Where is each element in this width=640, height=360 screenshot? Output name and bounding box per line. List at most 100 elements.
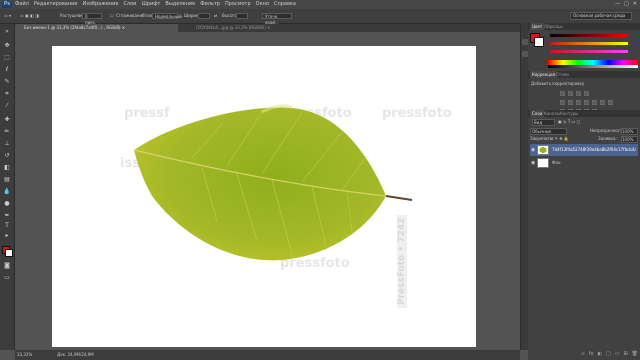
zoom-level[interactable]: 33,33% — [17, 350, 32, 360]
height-input[interactable] — [236, 13, 248, 19]
green-slider[interactable] — [550, 42, 628, 45]
style-select[interactable]: Нормальный — [152, 13, 182, 19]
bw-icon[interactable] — [584, 100, 589, 105]
adjust-title: Добавить корректировку — [531, 81, 585, 86]
levels-icon[interactable] — [568, 91, 573, 96]
feather-input[interactable]: 0 пикс. — [82, 13, 102, 25]
window-controls: — □ ✕ — [615, 1, 637, 8]
photo-filter-icon[interactable] — [592, 100, 597, 105]
opacity-input[interactable]: 100% — [621, 128, 638, 135]
menu-item[interactable]: Выделение — [165, 0, 195, 9]
menu-bar: Ps Файл Редактирование Изображение Слои Шриф… — [0, 0, 640, 9]
blue-slider[interactable] — [550, 50, 628, 53]
new-layer-icon[interactable]: ⊞ — [623, 351, 627, 357]
antialias-label: Сглаживание — [116, 13, 145, 18]
kind-filter-select[interactable]: Вид — [532, 119, 555, 126]
path-select-tool-icon[interactable]: ▸ — [3, 232, 11, 239]
tab-styles[interactable]: Стили — [554, 71, 571, 78]
screen-mode-icon[interactable]: ▭ — [3, 274, 11, 281]
eraser-tool-icon[interactable]: ◧ — [3, 164, 11, 171]
pen-tool-icon[interactable]: ✒ — [3, 212, 11, 219]
group-icon[interactable]: ▭ — [615, 351, 620, 357]
menu-item[interactable]: Справка — [274, 0, 296, 9]
menu-item[interactable]: Изображение — [82, 0, 118, 9]
vibrance-icon[interactable] — [560, 100, 565, 105]
layer-thumbnail — [537, 145, 549, 155]
quick-mask-icon[interactable]: ◙ — [3, 262, 11, 269]
layer-thumbnail — [537, 158, 549, 168]
adjustment-layer-icon[interactable]: □ — [606, 351, 611, 357]
marquee-tool-icon[interactable]: ⬚ — [3, 54, 11, 61]
blur-tool-icon[interactable]: 💧 — [3, 188, 11, 195]
tab-active-document[interactable]: Без имени-1 @ 33,3% (2f4a8c7a4f0...) , R… — [20, 24, 178, 32]
adjust-panel-tabs: Коррекция Стили — [528, 71, 640, 78]
visibility-eye-icon[interactable]: ◉ — [531, 148, 535, 153]
exposure-icon[interactable] — [584, 91, 589, 96]
layer-row[interactable]: ◉ Фон — [530, 157, 638, 169]
visibility-eye-icon[interactable]: ◉ — [531, 161, 535, 166]
grayscale-ramp[interactable] — [548, 65, 638, 68]
link-layers-icon[interactable]: ∞ — [581, 351, 585, 357]
menu-item[interactable]: Просмотр — [225, 0, 251, 9]
menu-item[interactable]: Файл — [15, 0, 29, 9]
type-tool-icon[interactable]: T — [3, 222, 11, 229]
color-panel-tabs: Цвет Образцы — [528, 23, 640, 30]
red-slider[interactable] — [550, 34, 628, 37]
brush-tool-icon[interactable]: ✏ — [3, 128, 11, 135]
color-balance-icon[interactable] — [576, 100, 581, 105]
channel-mixer-icon[interactable] — [600, 100, 605, 105]
move-tool-icon[interactable]: ✥ — [3, 42, 11, 49]
clone-stamp-tool-icon[interactable]: ⊥ — [3, 140, 11, 147]
menu-item[interactable]: Редактирование — [34, 0, 78, 9]
menu-item[interactable]: Окно — [256, 0, 269, 9]
dodge-tool-icon[interactable]: ● — [3, 200, 11, 207]
tab-paths[interactable]: Контуры — [558, 110, 580, 117]
eyedropper-tool-icon[interactable]: ⁄ — [3, 102, 11, 109]
hue-sat-icon[interactable] — [568, 100, 573, 105]
lasso-tool-icon[interactable]: ℓ — [3, 66, 11, 73]
lookup-icon[interactable] — [608, 100, 613, 105]
healing-tool-icon[interactable]: ✚ — [3, 116, 11, 123]
minimize-button[interactable]: — — [615, 1, 620, 8]
menu-item[interactable]: Шрифт — [141, 0, 160, 9]
document-canvas[interactable]: pressf pressfoto pressfoto issfoto press… — [52, 46, 476, 347]
maximize-button[interactable]: □ — [624, 1, 629, 8]
marquee-tool-preset-icon[interactable]: ▭ ▾ — [4, 9, 11, 23]
curves-icon[interactable] — [576, 91, 581, 96]
tab-inactive-document[interactable]: (2f2f4d1b5...jpg @ 33,3% (RGB/8)) ✕ — [192, 24, 320, 32]
lock-icons[interactable]: ⊡ ✎ ✥ 🔒 — [550, 136, 569, 141]
selection-mode-icons[interactable]: ▭ ▣ ◧ ◨ — [20, 9, 39, 23]
layers-panel-tabs: Слои Каналы Контуры — [528, 110, 640, 117]
background-color-swatch[interactable] — [5, 249, 13, 257]
blend-mode-select[interactable]: Обычные — [530, 128, 567, 135]
menu-items: Файл Редактирование Изображение Слои Шрифт Вы… — [15, 0, 296, 9]
layer-name[interactable]: 7d4f13f4a52748f39a4ba8b2f04c17fbcb4a2f5d… — [552, 147, 636, 152]
menu-item[interactable]: Фильтр — [200, 0, 220, 9]
swap-icon[interactable]: ⇄ — [214, 9, 217, 23]
close-button[interactable]: ✕ — [633, 1, 637, 8]
antialias-checkbox[interactable]: ☐ — [110, 9, 114, 23]
panel-collapse-icon[interactable]: » — [3, 28, 11, 35]
layer-row[interactable]: ◉ 7d4f13f4a52748f39a4ba8b2f04c17fbcb4a2f… — [530, 144, 638, 156]
crop-tool-icon[interactable]: ⌗ — [3, 90, 11, 97]
trash-icon[interactable]: 🗑 — [632, 351, 638, 357]
workspace-select[interactable]: Основная рабочая среда — [570, 12, 632, 20]
quick-select-tool-icon[interactable]: ✎ — [3, 78, 11, 85]
layer-name[interactable]: Фон — [552, 160, 636, 165]
filter-icons[interactable]: ▣ ◎ T ▭ ▢ — [558, 119, 580, 124]
menu-item[interactable]: Слои — [123, 0, 136, 9]
photoshop-logo-icon: Ps — [2, 1, 12, 8]
brightness-icon[interactable] — [560, 91, 565, 96]
gradient-tool-icon[interactable]: ▤ — [3, 176, 11, 183]
mask-icon[interactable]: ◐ — [598, 351, 602, 357]
color-bg-swatch[interactable] — [534, 37, 544, 47]
tab-adjustments[interactable]: Коррекция — [530, 71, 557, 78]
layers-footer: ∞ fx ◐ □ ▭ ⊞ 🗑 — [530, 351, 638, 357]
options-bar: ▭ ▾ ▭ ▣ ◧ ◨ Растушевка: 0 пикс. ☐ Сглажи… — [0, 9, 640, 25]
fill-input[interactable]: 100% — [621, 136, 638, 143]
fx-icon[interactable]: fx — [589, 351, 594, 357]
tab-swatches[interactable]: Образцы — [542, 23, 565, 30]
width-input[interactable] — [198, 13, 210, 19]
refine-edge-button[interactable]: Уточн. край... — [262, 13, 292, 25]
history-brush-tool-icon[interactable]: ↺ — [3, 152, 11, 159]
